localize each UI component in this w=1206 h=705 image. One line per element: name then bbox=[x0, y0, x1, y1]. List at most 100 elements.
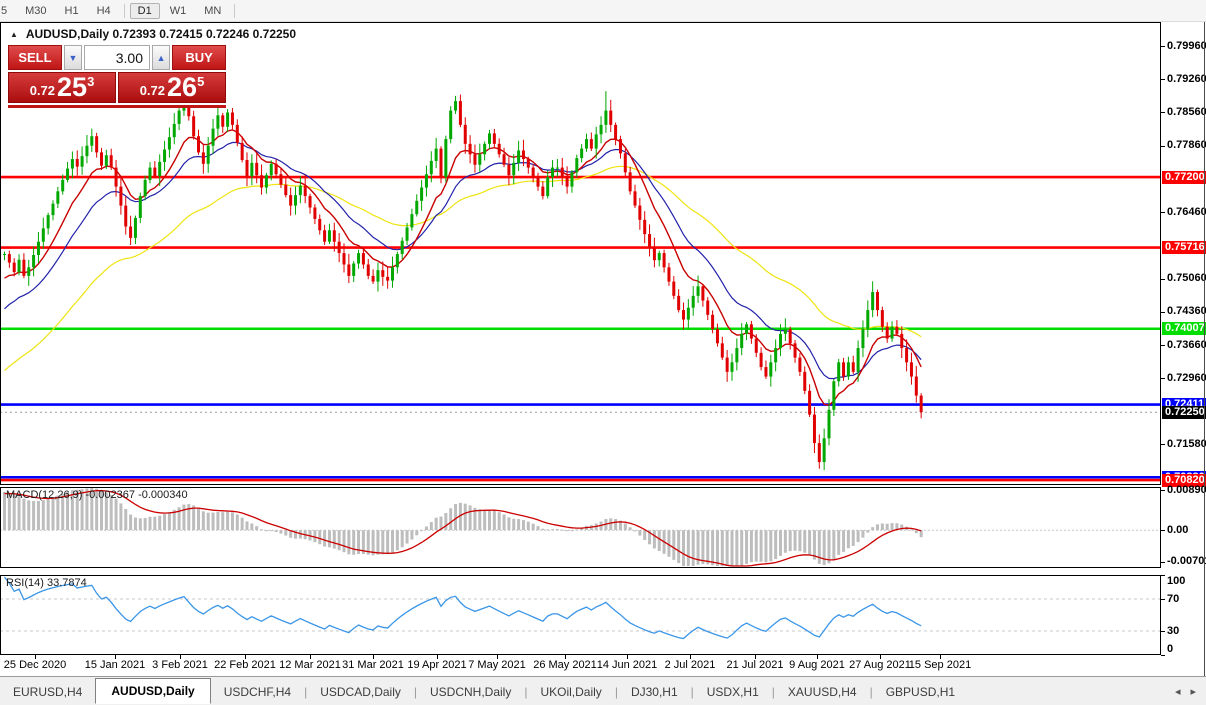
rsi-label: RSI(14) 33.7874 bbox=[6, 577, 87, 589]
collapse-arrow-icon[interactable]: ▲ bbox=[10, 30, 18, 39]
date-tick-label: 22 Feb 2021 bbox=[214, 659, 276, 671]
chart-ohlc-header: ▲ AUDUSD,Daily 0.72393 0.72415 0.72246 0… bbox=[10, 27, 296, 41]
buy-price-box[interactable]: 0.72 26 5 bbox=[118, 72, 226, 103]
rsi-tick-mark bbox=[1161, 655, 1165, 656]
price-tick-label: 0.73660 bbox=[1167, 339, 1206, 352]
price-tick-mark bbox=[1161, 279, 1165, 280]
date-tick-label: 14 Jun 2021 bbox=[597, 659, 658, 671]
tab-usdchf-h4[interactable]: USDCHF,H4 bbox=[211, 680, 304, 704]
price-tick-mark bbox=[1161, 444, 1165, 445]
price-tick-label: 0.77860 bbox=[1167, 139, 1206, 152]
timeframe-button-mn[interactable]: MN bbox=[196, 3, 229, 19]
chart-ohlc-values: 0.72393 0.72415 0.72246 0.72250 bbox=[113, 27, 297, 41]
timeframe-button-m30[interactable]: M30 bbox=[17, 3, 54, 19]
current-price-label: 0.72250 bbox=[1162, 406, 1206, 419]
tab-ukoil-daily[interactable]: UKOil,Daily bbox=[527, 680, 614, 704]
date-tick-label: 26 May 2021 bbox=[533, 659, 597, 671]
timeframe-button-h4[interactable]: H4 bbox=[89, 3, 119, 19]
rsi-tick-label: 30 bbox=[1167, 625, 1179, 638]
date-tick-label: 19 Apr 2021 bbox=[407, 659, 466, 671]
price-tick-label: 0.78560 bbox=[1167, 106, 1206, 119]
rsi-tick-mark bbox=[1161, 575, 1165, 576]
date-tick-label: 25 Dec 2020 bbox=[4, 659, 66, 671]
date-tick-label: 27 Aug 2021 bbox=[849, 659, 911, 671]
sell-price-sup: 3 bbox=[87, 74, 94, 89]
sell-price-prefix: 0.72 bbox=[30, 83, 55, 98]
chart-tab-bar: EURUSD,H4AUDUSD,DailyUSDCHF,H4|USDCAD,Da… bbox=[0, 676, 1206, 705]
tab-dj30-h1[interactable]: DJ30,H1 bbox=[618, 680, 691, 704]
chevron-down-icon: ▼ bbox=[68, 53, 77, 63]
macd-tick-mark bbox=[1161, 562, 1165, 563]
price-tick-label: 0.75060 bbox=[1167, 272, 1206, 285]
macd-tick-label: 0.00 bbox=[1167, 524, 1188, 537]
price-tick-label: 0.79960 bbox=[1167, 40, 1206, 53]
tab-scroll-left-icon[interactable]: ◂ bbox=[1175, 685, 1181, 698]
price-tick-label: 0.76460 bbox=[1167, 206, 1206, 219]
timeframe-toolbar: 5M30H1H4 D1W1MN bbox=[0, 0, 1206, 22]
buy-price-big: 26 bbox=[167, 73, 197, 102]
rsi-indicator-panel[interactable] bbox=[0, 575, 1161, 655]
macd-tick-label: -0.007013 bbox=[1167, 555, 1206, 568]
price-tick-mark bbox=[1161, 46, 1165, 47]
price-tick-label: 0.79260 bbox=[1167, 73, 1206, 86]
volume-decrease-button[interactable]: ▼ bbox=[64, 45, 82, 70]
rsi-tick-label: 0 bbox=[1167, 643, 1173, 656]
price-tick-mark bbox=[1161, 378, 1165, 379]
price-tick-mark bbox=[1161, 312, 1165, 313]
date-tick-label: 7 May 2021 bbox=[468, 659, 525, 671]
timeframe-button-w1[interactable]: W1 bbox=[162, 3, 195, 19]
chevron-up-icon: ▲ bbox=[157, 53, 166, 63]
price-line-label: 0.74007 bbox=[1162, 322, 1206, 335]
rsi-tick-mark bbox=[1161, 599, 1165, 600]
price-tick-mark bbox=[1161, 212, 1165, 213]
rsi-tick-mark bbox=[1161, 631, 1165, 632]
tab-scroll-right-icon[interactable]: ▸ bbox=[1190, 685, 1196, 698]
volume-input[interactable] bbox=[84, 45, 150, 70]
tab-usdcad-daily[interactable]: USDCAD,Daily bbox=[307, 680, 414, 704]
toolbar-separator bbox=[234, 4, 235, 18]
timeframe-button-d1[interactable]: D1 bbox=[130, 3, 160, 19]
timeframe-button-h1[interactable]: H1 bbox=[57, 3, 87, 19]
sell-price-box[interactable]: 0.72 25 3 bbox=[8, 72, 116, 103]
price-line-label: 0.77200 bbox=[1162, 171, 1206, 184]
date-tick-label: 31 Mar 2021 bbox=[342, 659, 404, 671]
sell-button[interactable]: SELL bbox=[8, 45, 62, 70]
tab-scroll-arrows: ◂▸ bbox=[1175, 685, 1196, 698]
price-tick-mark bbox=[1161, 146, 1165, 147]
tab-eurusd-h4[interactable]: EURUSD,H4 bbox=[0, 680, 95, 704]
buy-price-sup: 5 bbox=[197, 74, 204, 89]
rsi-tick-label: 100 bbox=[1167, 575, 1185, 588]
date-tick-label: 15 Jan 2021 bbox=[85, 659, 146, 671]
price-tick-mark bbox=[1161, 345, 1165, 346]
price-tick-label: 0.71580 bbox=[1167, 438, 1206, 451]
timeframe-button-5[interactable]: 5 bbox=[0, 3, 15, 19]
tab-gbpusd-h1[interactable]: GBPUSD,H1 bbox=[873, 680, 968, 704]
toolbar-separator bbox=[124, 4, 125, 18]
macd-tick-mark bbox=[1161, 530, 1165, 531]
date-tick-label: 9 Aug 2021 bbox=[789, 659, 845, 671]
tab-usdx-h1[interactable]: USDX,H1 bbox=[694, 680, 772, 704]
rsi-tick-label: 70 bbox=[1167, 593, 1179, 606]
tab-usdcnh-daily[interactable]: USDCNH,Daily bbox=[417, 680, 524, 704]
chart-symbol-title: AUDUSD,Daily bbox=[26, 27, 109, 41]
tab-audusd-daily[interactable]: AUDUSD,Daily bbox=[95, 678, 210, 704]
macd-tick-mark bbox=[1161, 490, 1165, 491]
macd-tick-label: 0.008904 bbox=[1167, 484, 1206, 497]
tab-xauusd-h4[interactable]: XAUUSD,H4 bbox=[775, 680, 870, 704]
date-tick-label: 2 Jul 2021 bbox=[665, 659, 716, 671]
buy-button[interactable]: BUY bbox=[172, 45, 226, 70]
date-tick-label: 3 Feb 2021 bbox=[152, 659, 208, 671]
sell-price-big: 25 bbox=[57, 73, 87, 102]
volume-increase-button[interactable]: ▲ bbox=[152, 45, 170, 70]
date-tick-label: 12 Mar 2021 bbox=[279, 659, 341, 671]
date-tick-label: 15 Sep 2021 bbox=[909, 659, 971, 671]
trade-widget-divider bbox=[8, 105, 226, 108]
price-tick-label: 0.72960 bbox=[1167, 372, 1206, 385]
price-tick-mark bbox=[1161, 112, 1165, 113]
one-click-trade-widget: SELL ▼ ▲ BUY 0.72 25 3 0.72 26 5 bbox=[8, 45, 226, 108]
price-line-label: 0.75716 bbox=[1162, 241, 1206, 254]
window-right-edge bbox=[1204, 22, 1205, 676]
date-tick-label: 21 Jul 2021 bbox=[727, 659, 784, 671]
price-tick-mark bbox=[1161, 79, 1165, 80]
trading-terminal-window: 5M30H1H4D1W1MN ▲ AUDUSD,Daily 0.72393 0.… bbox=[0, 0, 1206, 705]
